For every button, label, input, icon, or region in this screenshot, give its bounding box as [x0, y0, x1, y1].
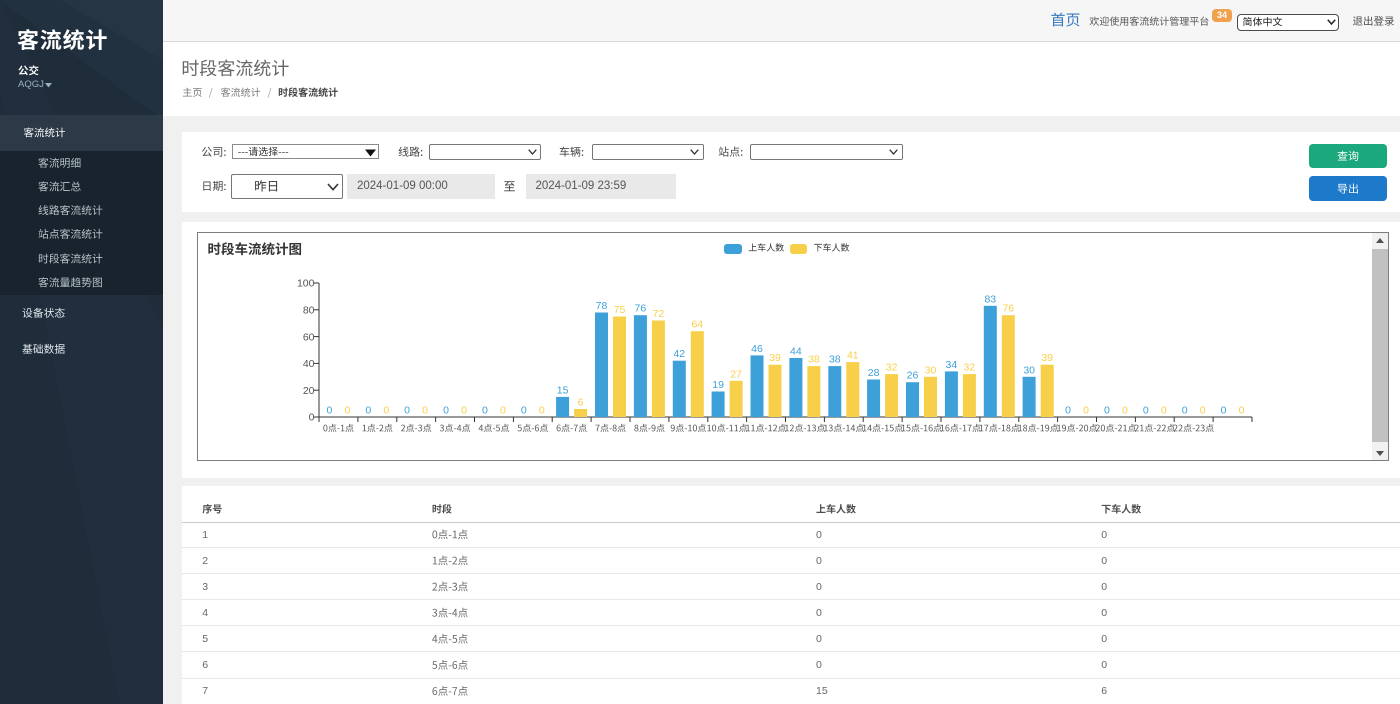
svg-text:41: 41 — [847, 350, 859, 362]
svg-text:0: 0 — [404, 405, 410, 417]
svg-text:19: 19 — [712, 379, 724, 391]
svg-text:0: 0 — [422, 405, 428, 417]
svg-text:6: 6 — [578, 397, 584, 409]
svg-text:30: 30 — [1023, 364, 1035, 376]
svg-text:0: 0 — [1161, 405, 1167, 417]
svg-text:0: 0 — [365, 405, 371, 417]
svg-text:0: 0 — [1065, 405, 1071, 417]
svg-text:34: 34 — [946, 359, 958, 371]
svg-text:0: 0 — [1239, 405, 1245, 417]
svg-text:80: 80 — [303, 305, 315, 317]
svg-text:100: 100 — [297, 278, 315, 290]
svg-text:38: 38 — [808, 354, 820, 366]
svg-text:0: 0 — [1200, 405, 1206, 417]
svg-text:15: 15 — [557, 384, 569, 396]
svg-text:75: 75 — [614, 304, 626, 316]
svg-text:0: 0 — [482, 405, 488, 417]
svg-text:39: 39 — [769, 352, 781, 364]
svg-text:64: 64 — [691, 319, 703, 331]
svg-text:0: 0 — [1083, 405, 1089, 417]
svg-text:27: 27 — [730, 368, 742, 380]
svg-text:0: 0 — [1122, 405, 1128, 417]
svg-text:46: 46 — [751, 343, 763, 355]
svg-text:0: 0 — [326, 405, 332, 417]
svg-text:0: 0 — [500, 405, 506, 417]
svg-text:0: 0 — [1182, 405, 1188, 417]
svg-text:26: 26 — [907, 370, 919, 382]
svg-text:0: 0 — [539, 405, 545, 417]
svg-text:0: 0 — [1104, 405, 1110, 417]
svg-text:42: 42 — [673, 348, 685, 360]
svg-text:32: 32 — [964, 362, 976, 374]
svg-text:40: 40 — [303, 358, 315, 370]
svg-text:72: 72 — [653, 308, 665, 320]
svg-text:28: 28 — [868, 367, 880, 379]
svg-text:39: 39 — [1041, 352, 1053, 364]
svg-text:0: 0 — [309, 412, 315, 424]
svg-text:76: 76 — [1002, 303, 1014, 315]
svg-text:0: 0 — [461, 405, 467, 417]
svg-text:76: 76 — [635, 303, 647, 315]
svg-text:20: 20 — [303, 385, 315, 397]
svg-text:44: 44 — [790, 346, 802, 358]
svg-text:0: 0 — [443, 405, 449, 417]
svg-text:78: 78 — [596, 300, 608, 312]
svg-text:0: 0 — [521, 405, 527, 417]
svg-text:30: 30 — [925, 364, 937, 376]
svg-text:83: 83 — [984, 293, 996, 305]
svg-text:0: 0 — [1143, 405, 1149, 417]
svg-text:60: 60 — [303, 331, 315, 343]
svg-text:32: 32 — [886, 362, 898, 374]
svg-text:38: 38 — [829, 354, 841, 366]
svg-text:0: 0 — [344, 405, 350, 417]
svg-text:0: 0 — [383, 405, 389, 417]
svg-text:0: 0 — [1221, 405, 1227, 417]
